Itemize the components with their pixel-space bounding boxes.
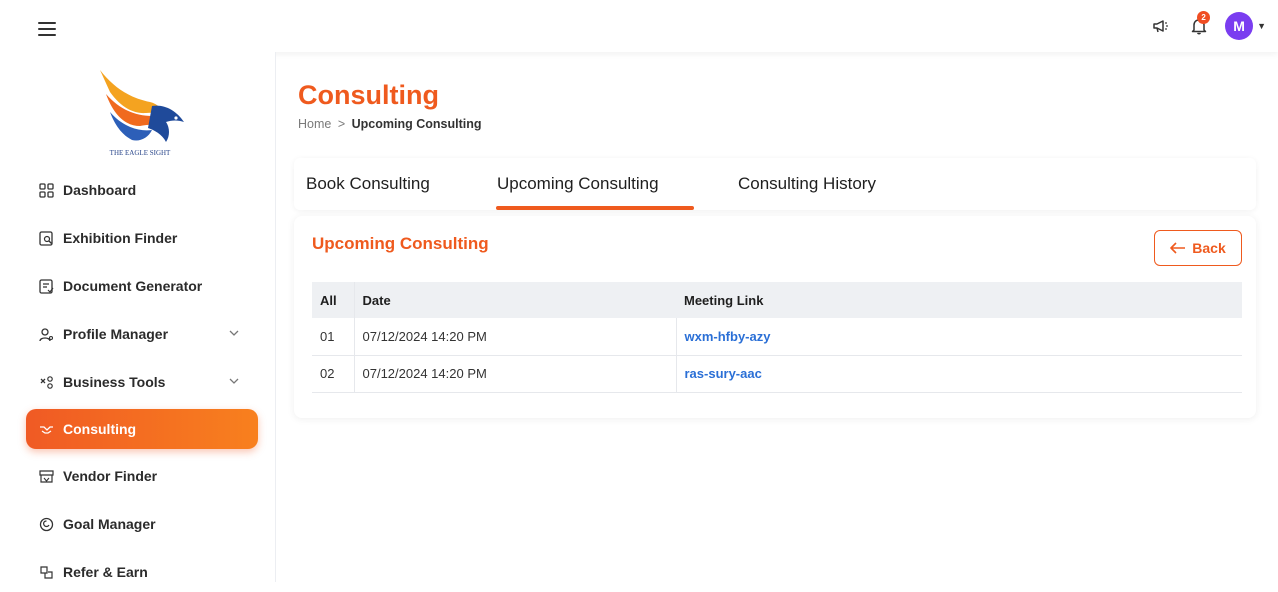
table-header-row: All Date Meeting Link — [312, 282, 1242, 318]
back-button[interactable]: Back — [1154, 230, 1242, 266]
exhibition-icon — [38, 230, 54, 246]
sidebar-item-business-tools[interactable]: Business Tools — [26, 362, 258, 402]
meeting-link[interactable]: wxm-hfby-azy — [676, 318, 1242, 356]
column-header-meeting-link: Meeting Link — [676, 282, 1242, 318]
row-number: 02 — [312, 355, 355, 393]
chevron-down-icon[interactable] — [228, 374, 240, 390]
dashboard-icon — [38, 182, 54, 198]
sidebar-item-profile-manager[interactable]: Profile Manager — [26, 314, 258, 354]
sidebar-item-label: Vendor Finder — [63, 468, 158, 484]
meeting-link[interactable]: ras-sury-aac — [676, 355, 1242, 393]
page-title: Consulting — [298, 80, 439, 110]
refer-icon — [38, 564, 54, 580]
arrow-left-icon — [1170, 242, 1186, 254]
vendor-icon — [38, 468, 54, 484]
top-bar: 2 M ▼ — [0, 0, 1278, 52]
table-row: 02 07/12/2024 14:20 PM ras-sury-aac — [312, 355, 1242, 393]
sidebar-item-dashboard[interactable]: Dashboard — [26, 170, 258, 210]
handshake-icon — [38, 421, 54, 437]
sidebar-item-document-generator[interactable]: Document Generator — [26, 266, 258, 306]
top-actions: 2 M ▼ — [1149, 10, 1266, 42]
logo-text: THE EAGLE SIGHT — [109, 149, 171, 157]
goal-icon — [38, 516, 54, 532]
profile-icon — [38, 326, 54, 342]
bell-icon[interactable]: 2 — [1187, 11, 1211, 38]
chevron-down-icon[interactable] — [228, 326, 240, 342]
tab-consulting-history[interactable]: Consulting History — [738, 174, 876, 194]
notification-badge: 2 — [1197, 11, 1211, 24]
sidebar: THE EAGLE SIGHT Dashboard Exhibition Fin… — [0, 52, 276, 582]
sidebar-item-exhibition-finder[interactable]: Exhibition Finder — [26, 218, 258, 258]
sidebar-item-goal-manager[interactable]: Goal Manager — [26, 504, 258, 544]
breadcrumb-separator: > — [337, 117, 346, 131]
row-date: 07/12/2024 14:20 PM — [354, 355, 677, 393]
breadcrumb-home[interactable]: Home — [298, 117, 331, 131]
megaphone-icon[interactable] — [1149, 14, 1173, 38]
sidebar-item-vendor-finder[interactable]: Vendor Finder — [26, 456, 258, 496]
sidebar-item-label: Document Generator — [63, 278, 203, 294]
sidebar-item-label: Consulting — [63, 421, 137, 437]
tab-bar: Book Consulting Upcoming Consulting Cons… — [294, 158, 1256, 210]
back-button-label: Back — [1192, 240, 1226, 256]
panel-title: Upcoming Consulting — [312, 234, 489, 253]
sidebar-item-label: Goal Manager — [63, 516, 156, 532]
tab-upcoming-consulting[interactable]: Upcoming Consulting — [497, 174, 659, 194]
sidebar-item-label: Exhibition Finder — [63, 230, 178, 246]
caret-down-icon[interactable]: ▼ — [1257, 21, 1266, 31]
tab-book-consulting[interactable]: Book Consulting — [306, 174, 430, 194]
active-tab-indicator — [496, 206, 694, 210]
table-row: 01 07/12/2024 14:20 PM wxm-hfby-azy — [312, 318, 1242, 356]
row-number: 01 — [312, 318, 355, 356]
breadcrumb: Home > Upcoming Consulting — [298, 117, 481, 131]
sidebar-item-label: Refer & Earn — [63, 564, 148, 580]
sidebar-item-label: Profile Manager — [63, 326, 169, 342]
upcoming-consulting-panel: Upcoming Consulting Back All Date Meetin… — [294, 216, 1256, 418]
column-header-all[interactable]: All — [312, 282, 355, 318]
breadcrumb-current: Upcoming Consulting — [351, 117, 482, 131]
document-icon — [38, 278, 54, 294]
sidebar-item-refer-earn[interactable]: Refer & Earn — [26, 552, 258, 592]
row-date: 07/12/2024 14:20 PM — [354, 318, 677, 356]
column-header-date: Date — [354, 282, 676, 318]
sidebar-item-label: Dashboard — [63, 182, 137, 198]
sidebar-item-label: Business Tools — [63, 374, 166, 390]
menu-icon[interactable] — [38, 22, 56, 36]
avatar[interactable]: M — [1225, 12, 1254, 40]
consulting-table: All Date Meeting Link 01 07/12/2024 14:2… — [312, 282, 1242, 393]
eagle-logo — [100, 70, 184, 142]
tools-icon — [38, 374, 54, 390]
sidebar-item-consulting[interactable]: Consulting — [26, 409, 258, 449]
